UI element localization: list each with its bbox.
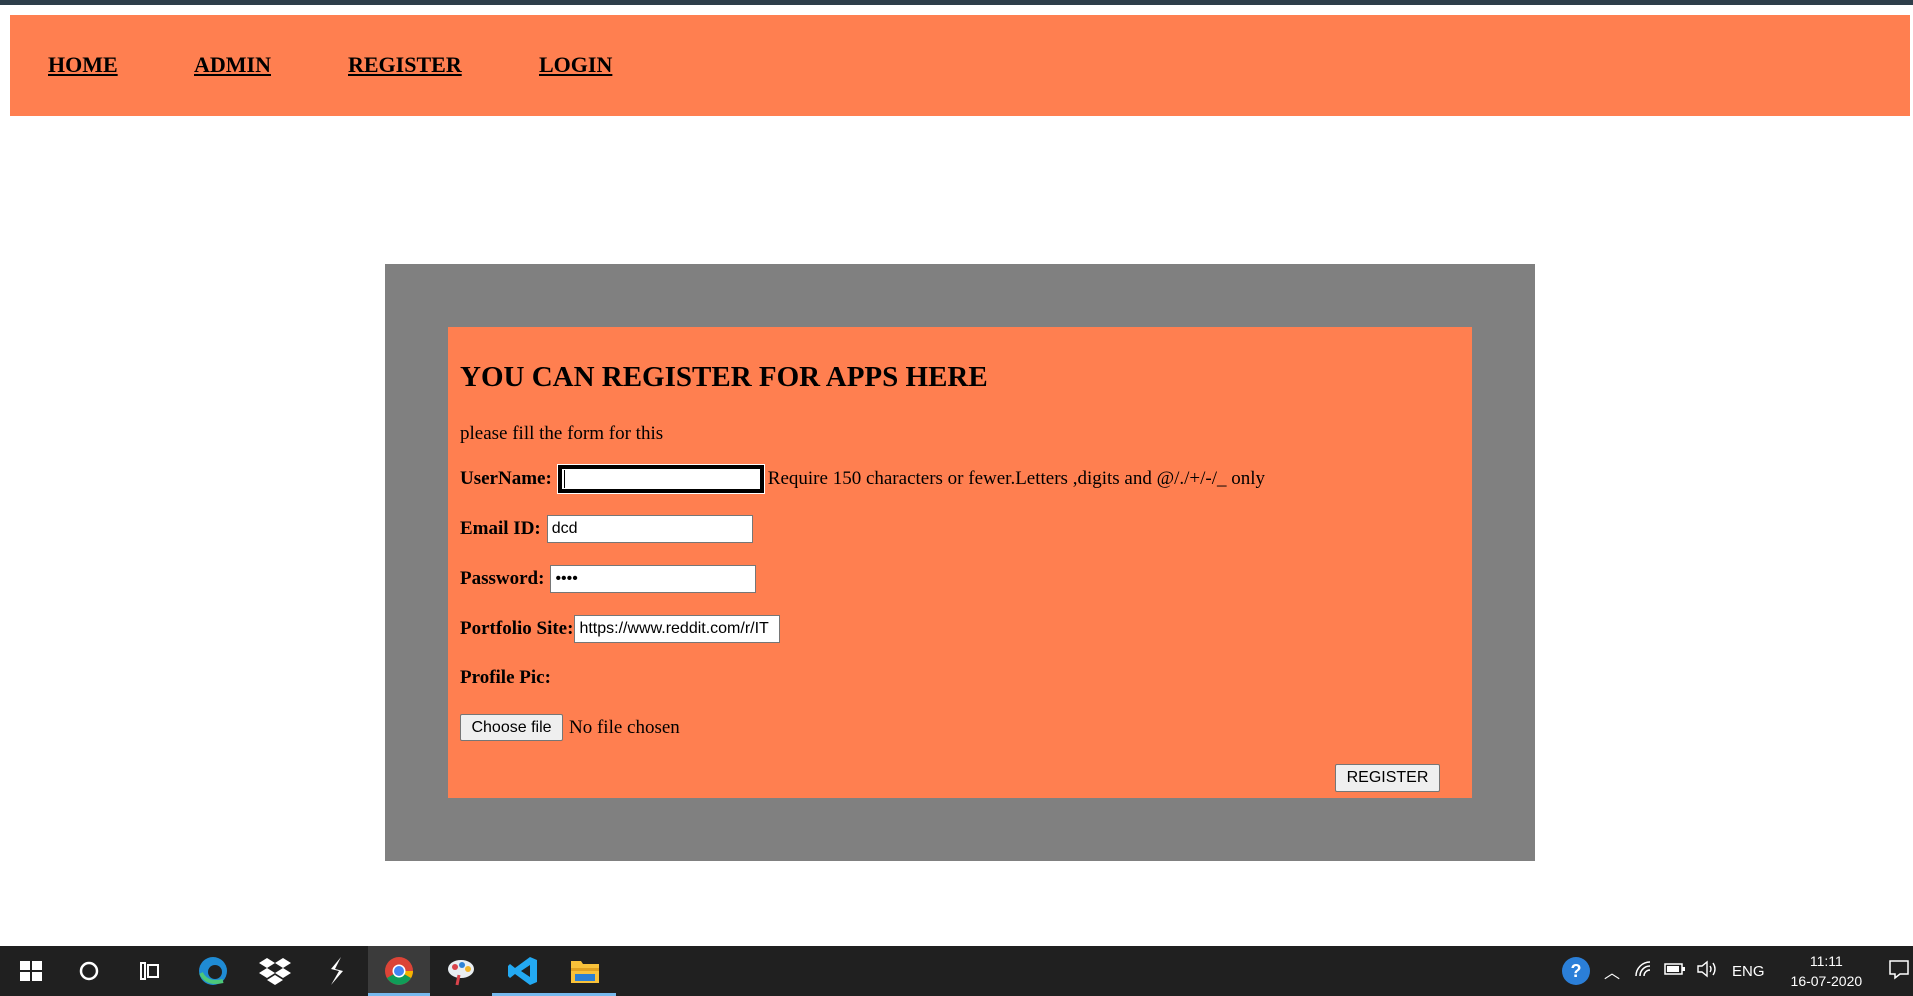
nav-register-link[interactable]: REGISTER [348,52,462,78]
email-label: Email ID: [460,518,541,539]
task-view-icon[interactable] [119,946,181,996]
file-explorer-icon[interactable] [554,946,616,996]
battery-icon[interactable] [1664,962,1686,981]
register-button[interactable]: REGISTER [1335,764,1440,792]
profile-pic-label: Profile Pic: [460,667,551,688]
help-icon[interactable]: ? [1562,957,1590,985]
language-indicator[interactable]: ENG [1732,963,1765,980]
chrome-icon[interactable] [368,946,430,996]
password-label: Password: [460,568,545,589]
text-caret [563,470,565,488]
portfolio-row: Portfolio Site: https://www.reddit.com/r… [460,615,781,643]
portfolio-label: Portfolio Site: [460,618,574,639]
form-subtitle: please fill the form for this [460,423,664,444]
email-input[interactable]: dcd [546,515,753,543]
chevron-up-icon[interactable]: ︿ [1604,959,1620,983]
search-circle-icon[interactable] [58,946,120,996]
edge-icon[interactable] [182,946,244,996]
nav-home-link[interactable]: HOME [48,52,118,78]
dropbox-icon[interactable] [244,946,306,996]
username-help-text: Require 150 characters or fewer.Letters … [767,468,1266,489]
clock[interactable]: 11:11 16-07-2020 [1791,951,1863,991]
windows-start-icon[interactable] [0,946,62,996]
network-icon[interactable] [1634,960,1654,983]
clock-time: 11:11 [1809,953,1843,969]
sublime-icon[interactable] [306,946,368,996]
portfolio-input[interactable]: https://www.reddit.com/r/IT [574,615,781,643]
password-row: Password: •••• [460,565,757,593]
browser-top-edge [0,0,1913,5]
username-row: UserName: Require 150 characters or fewe… [460,464,1266,494]
form-title: YOU CAN REGISTER FOR APPS HERE [460,361,988,393]
nav-admin-link[interactable]: ADMIN [194,52,271,78]
file-upload-row: Choose file No file chosen [460,714,680,741]
choose-file-button[interactable]: Choose file [460,714,563,741]
nav-login-link[interactable]: LOGIN [539,52,612,78]
volume-icon[interactable] [1696,960,1718,983]
username-label: UserName: [460,468,552,489]
taskbar: ? ︿ ENG 11:11 16-07-2020 [0,946,1913,996]
registration-form: YOU CAN REGISTER FOR APPS HERE please fi… [448,327,1472,798]
no-file-chosen-text: No file chosen [569,716,680,738]
clock-date: 16-07-2020 [1790,973,1863,989]
password-input[interactable]: •••• [550,565,757,593]
profile-pic-row: Profile Pic: [460,667,551,689]
paint-icon[interactable] [430,946,492,996]
vscode-icon[interactable] [492,946,554,996]
notifications-icon[interactable] [1888,958,1910,985]
navbar: HOME ADMIN REGISTER LOGIN [10,15,1910,116]
username-input[interactable] [556,464,765,494]
email-row: Email ID: dcd [460,515,753,543]
system-tray: ? ︿ ENG 11:11 16-07-2020 [1562,946,1910,996]
